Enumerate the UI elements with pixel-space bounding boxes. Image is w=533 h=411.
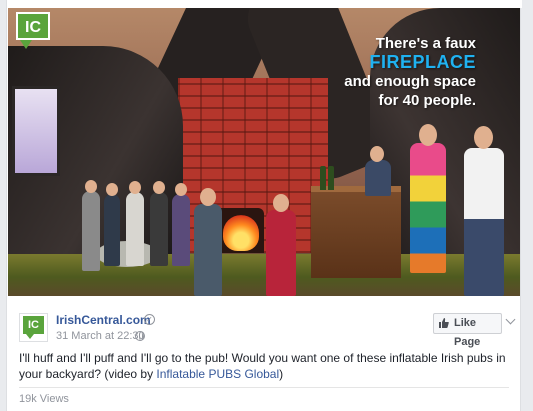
post-message-end: ) [279, 367, 284, 381]
person [172, 194, 190, 266]
video-logo-text: IC [16, 12, 50, 40]
person-head [129, 181, 141, 194]
person-head [419, 124, 437, 146]
person [150, 192, 168, 266]
fire-flame [223, 215, 259, 251]
post-message: I'll huff and I'll puff and I'll go to t… [19, 350, 514, 382]
person [104, 194, 120, 266]
video-player[interactable]: There's a faux FIREPLACE and enough spac… [8, 8, 520, 296]
person [194, 204, 222, 296]
like-page-label: Like Page [454, 317, 481, 348]
avatar[interactable]: IC [19, 313, 48, 342]
person-head [106, 183, 118, 196]
person [82, 191, 100, 271]
person-head [200, 188, 216, 206]
person [365, 160, 391, 196]
facebook-post-card: There's a faux FIREPLACE and enough spac… [6, 0, 522, 411]
person-head [175, 183, 187, 196]
post-timestamp[interactable]: 31 March at 22:30 [56, 330, 145, 342]
video-logo-tail [20, 40, 32, 49]
person-head [153, 181, 165, 194]
person [126, 192, 144, 266]
person-head [273, 194, 289, 212]
video-caption: There's a faux FIREPLACE and enough spac… [344, 34, 476, 110]
right-background-strip [521, 0, 533, 411]
verified-check-icon: ✓ [144, 314, 155, 325]
view-count: 19k Views [19, 393, 69, 405]
caption-line: and enough space [344, 73, 476, 90]
caption-highlight: FIREPLACE [369, 52, 476, 72]
top-strip [7, 0, 522, 8]
person [464, 148, 504, 296]
bottle [328, 166, 334, 190]
tent-window [12, 86, 60, 176]
globe-icon [135, 331, 145, 341]
bottle [320, 166, 326, 190]
person [266, 210, 296, 296]
divider [19, 387, 509, 388]
caption-line: for 40 people. [378, 92, 476, 109]
person-head [85, 180, 97, 193]
video-logo: IC [16, 12, 52, 50]
chevron-down-icon[interactable] [505, 314, 516, 325]
caption-line: There's a faux [375, 35, 476, 52]
page-name-link[interactable]: IrishCentral.com [56, 313, 151, 327]
thumbs-up-icon [439, 318, 449, 328]
bar-counter [311, 186, 401, 278]
person-head [474, 126, 493, 149]
avatar-logo-text: IC [23, 316, 44, 334]
person [410, 143, 446, 273]
video-credit-link[interactable]: Inflatable PUBS Global [156, 367, 279, 381]
person-head [370, 146, 384, 162]
like-page-button[interactable]: Like Page [433, 313, 502, 348]
avatar-logo-tail [26, 334, 34, 339]
